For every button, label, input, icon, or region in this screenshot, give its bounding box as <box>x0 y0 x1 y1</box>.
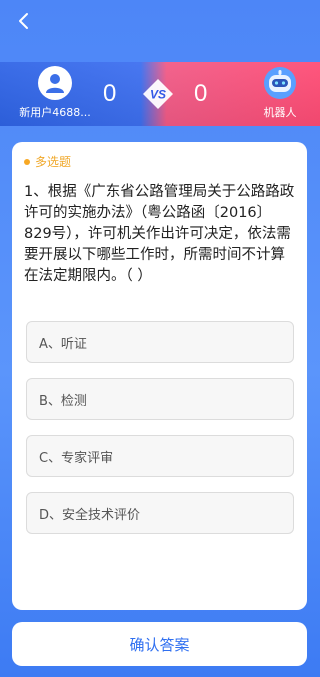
svg-text:VS: VS <box>150 88 166 102</box>
player-self: 新用户4688... <box>10 66 100 120</box>
question-type-label: 多选题 <box>35 155 72 169</box>
robot-icon <box>264 67 296 99</box>
dot-icon <box>24 158 30 165</box>
option-b[interactable]: B、检测 <box>26 378 294 420</box>
player-opponent: 机器人 <box>250 66 310 120</box>
player-name: 新用户4688... <box>19 106 91 119</box>
question-text: 1、根据《广东省公路管理局关于公路路政许可的实施办法》（粤公路函〔2016〕82… <box>24 184 295 284</box>
question-card: 多选题 1、根据《广东省公路管理局关于公路路政许可的实施办法》（粤公路函〔201… <box>12 142 307 610</box>
option-d[interactable]: D、安全技术评价 <box>26 492 294 534</box>
player-score: 0 <box>103 80 117 107</box>
chevron-left-icon <box>19 13 28 29</box>
option-c[interactable]: C、专家评审 <box>26 435 294 477</box>
opponent-score: 0 <box>194 80 208 107</box>
opponent-name: 机器人 <box>263 106 297 119</box>
vs-icon: VS <box>143 79 173 109</box>
back-button[interactable] <box>8 6 38 36</box>
top-bar <box>0 0 320 48</box>
option-a[interactable]: A、听证 <box>26 321 294 363</box>
confirm-answer-button[interactable]: 确认答案 <box>12 622 307 666</box>
question-type-badge: 多选题 <box>24 153 71 170</box>
user-icon <box>46 74 64 93</box>
battle-scoreboard: 新用户4688... 0 VS 0 机器人 <box>0 62 320 126</box>
avatar <box>38 66 72 100</box>
robot-avatar <box>263 66 297 100</box>
